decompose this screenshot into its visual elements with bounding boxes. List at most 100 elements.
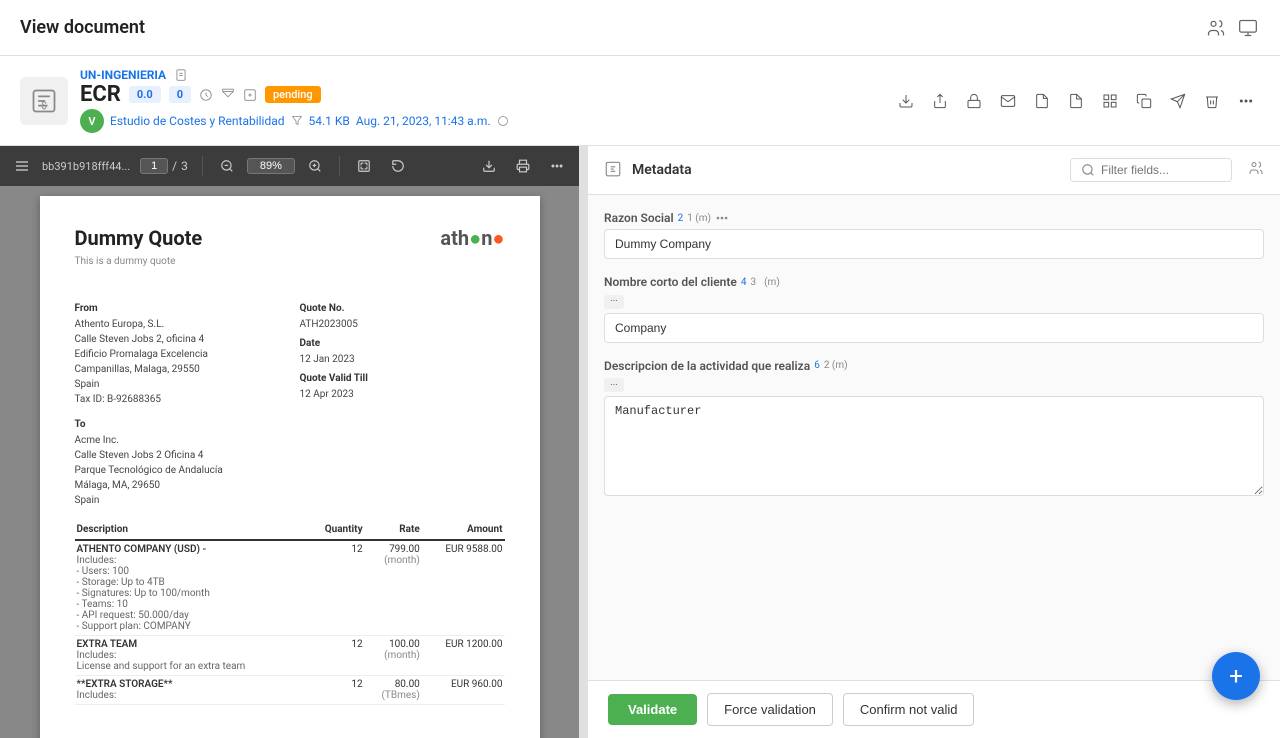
- item-rate-1: 799.00(month): [365, 540, 422, 636]
- doc-type-label: ECR: [80, 82, 121, 107]
- doc-meta-top: UN-INGENIERIA: [80, 68, 880, 82]
- field-descripcion-label: Descripcion de la actividad que realiza …: [604, 359, 1264, 373]
- field-descripcion: Descripcion de la actividad que realiza …: [604, 359, 1264, 501]
- file-icon[interactable]: [1062, 87, 1090, 115]
- nombre-corto-input[interactable]: [604, 313, 1264, 343]
- send-icon[interactable]: [1164, 87, 1192, 115]
- right-panel-title: Metadata: [632, 162, 1062, 178]
- item-desc-2: EXTRA TEAM Includes:License and support …: [75, 636, 309, 676]
- field-descripcion-dots[interactable]: ···: [604, 378, 624, 392]
- pdf-page-input[interactable]: [140, 158, 168, 174]
- field-nombre-dots[interactable]: ···: [604, 295, 624, 309]
- doc-toolbar: [892, 87, 1260, 115]
- doc-meta-title: ECR 0.0 0 pending: [80, 82, 880, 107]
- document-header: $ UN-INGENIERIA ECR 0.0 0 pending V Estu…: [0, 56, 1280, 146]
- table-row: ATHENTO COMPANY (USD) - Includes:- Users…: [75, 540, 505, 636]
- mail-icon[interactable]: [994, 87, 1022, 115]
- item-rate-2: 100.00(month): [365, 636, 422, 676]
- pdf-from-label: From: [75, 303, 280, 314]
- pdf-content: Dummy Quote This is a dummy quote ath●n●…: [0, 186, 579, 738]
- doc-meta-sub: V Estudio de Costes y Rentabilidad 54.1 …: [80, 109, 880, 133]
- lock-icon[interactable]: [960, 87, 988, 115]
- descripcion-textarea[interactable]: Manufacturer: [604, 396, 1264, 496]
- item-amount-3: EUR 960.00: [422, 676, 505, 705]
- pdf-zoom-in-icon[interactable]: [301, 152, 329, 180]
- pdf-page-total: 3: [181, 159, 188, 173]
- right-panel-user-icon[interactable]: [1248, 160, 1264, 180]
- main-layout: bb391b918fff44... / 3: [0, 146, 1280, 738]
- pdf-table: Description Quantity Rate Amount ATHENTO…: [75, 520, 505, 705]
- field-razon-social-label: Razon Social 2 1 (m): [604, 211, 1264, 225]
- table-row: **EXTRA STORAGE** Includes: 12 80.00(TBm…: [75, 676, 505, 705]
- pdf-zoom-out-icon[interactable]: [213, 152, 241, 180]
- force-validation-button[interactable]: Force validation: [707, 693, 833, 726]
- pdf-print-icon[interactable]: [509, 152, 537, 180]
- upload-date: Aug. 21, 2023, 11:43 a.m.: [356, 114, 491, 128]
- right-panel-content: Razon Social 2 1 (m) Nombre corto del cl…: [588, 195, 1280, 680]
- download-icon[interactable]: [892, 87, 920, 115]
- status-badge: pending: [265, 86, 321, 103]
- pdf-from-value: Athento Europa, S.L.Calle Steven Jobs 2,…: [75, 317, 280, 407]
- pdf-valid-till-label: Quote Valid Till: [300, 373, 505, 384]
- split-handle[interactable]: [580, 146, 588, 738]
- pdf-col-rate: Rate: [365, 520, 422, 540]
- monitor-icon[interactable]: [1236, 16, 1260, 40]
- pdf-logo: ath●n●: [440, 226, 504, 287]
- pdf-col-description: Description: [75, 520, 309, 540]
- pdf-separator2: [339, 156, 340, 176]
- doc-subtitle: Estudio de Costes y Rentabilidad: [110, 114, 285, 128]
- field-razon-social: Razon Social 2 1 (m): [604, 211, 1264, 259]
- pdf-icon[interactable]: [1028, 87, 1056, 115]
- metadata-icon: [604, 160, 624, 180]
- right-panel: Metadata Razon Social 2 1 (m): [588, 146, 1280, 738]
- pdf-zoom-input[interactable]: [247, 158, 295, 174]
- item-desc-3: **EXTRA STORAGE** Includes:: [75, 676, 309, 705]
- pdf-to-col: To Acme Inc.Calle Steven Jobs 2 Oficina …: [75, 419, 505, 508]
- confirm-not-valid-button[interactable]: Confirm not valid: [843, 693, 975, 726]
- pdf-menu-icon[interactable]: [8, 152, 36, 180]
- razon-social-input[interactable]: [604, 229, 1264, 259]
- pdf-doc-title: Dummy Quote: [75, 226, 203, 250]
- validate-button[interactable]: Validate: [608, 694, 697, 725]
- doc-meta: UN-INGENIERIA ECR 0.0 0 pending V Estudi…: [80, 68, 880, 133]
- right-panel-header: Metadata: [588, 146, 1280, 195]
- share-icon[interactable]: [926, 87, 954, 115]
- company-name: UN-INGENIERIA: [80, 68, 166, 82]
- pdf-quote-col: Quote No. ATH2023005 Date 12 Jan 2023 Qu…: [300, 303, 505, 407]
- trash-icon[interactable]: [1198, 87, 1226, 115]
- pdf-col-amount: Amount: [422, 520, 505, 540]
- top-bar: View document: [0, 0, 1280, 56]
- pdf-header-row: Dummy Quote This is a dummy quote ath●n●: [75, 226, 505, 287]
- pdf-from-col: From Athento Europa, S.L.Calle Steven Jo…: [75, 303, 280, 407]
- pdf-to-section: To Acme Inc.Calle Steven Jobs 2 Oficina …: [75, 419, 505, 508]
- pdf-col-quantity: Quantity: [308, 520, 365, 540]
- pdf-viewer: bb391b918fff44... / 3: [0, 146, 580, 738]
- pdf-address-section: From Athento Europa, S.L.Calle Steven Jo…: [75, 303, 505, 407]
- pdf-page: Dummy Quote This is a dummy quote ath●n●…: [40, 196, 540, 738]
- pdf-separator: [202, 156, 203, 176]
- pdf-valid-till-value: 12 Apr 2023: [300, 387, 505, 402]
- pdf-fit-page-icon[interactable]: [350, 152, 378, 180]
- top-bar-actions: [1204, 16, 1260, 40]
- pdf-to-value: Acme Inc.Calle Steven Jobs 2 Oficina 4Pa…: [75, 433, 505, 508]
- pdf-date-label: Date: [300, 338, 505, 349]
- filter-fields-input[interactable]: [1101, 163, 1221, 177]
- pdf-subtitle: This is a dummy quote: [75, 256, 203, 267]
- fab-button[interactable]: +: [1212, 652, 1260, 700]
- pdf-page-info: / 3: [140, 158, 188, 174]
- copy-icon[interactable]: [1130, 87, 1158, 115]
- pdf-quote-no-value: ATH2023005: [300, 317, 505, 332]
- user-group-icon[interactable]: [1204, 16, 1228, 40]
- pdf-quote-no-label: Quote No.: [300, 303, 505, 314]
- pdf-rotate-icon[interactable]: [384, 152, 412, 180]
- item-qty-3: 12: [308, 676, 365, 705]
- badge-count1: 0.0: [129, 86, 161, 103]
- pdf-more-icon[interactable]: [543, 152, 571, 180]
- pdf-toolbar: bb391b918fff44... / 3: [0, 146, 579, 186]
- grid-icon[interactable]: [1096, 87, 1124, 115]
- more-horizontal-icon[interactable]: [1232, 87, 1260, 115]
- field-nombre-corto-label: Nombre corto del cliente 4 3 (m): [604, 275, 1264, 289]
- pdf-date-value: 12 Jan 2023: [300, 352, 505, 367]
- pdf-download-icon[interactable]: [475, 152, 503, 180]
- search-box[interactable]: [1070, 158, 1232, 182]
